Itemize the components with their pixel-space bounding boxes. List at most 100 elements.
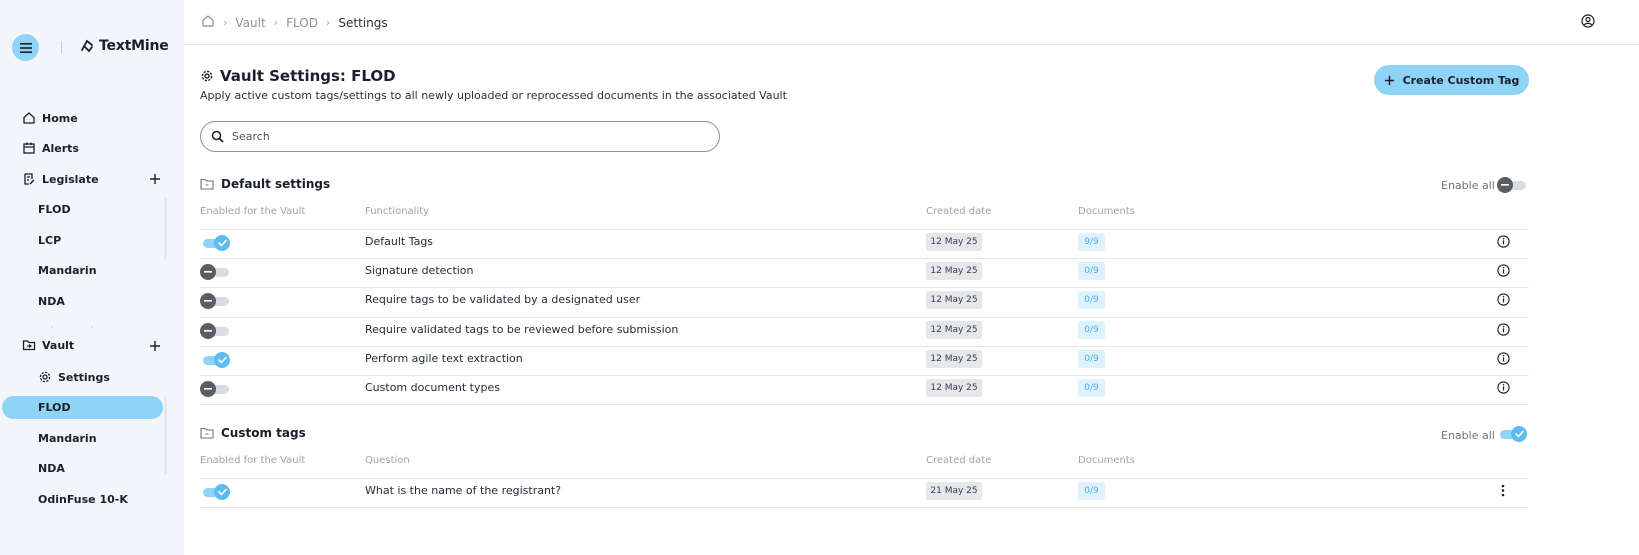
breadcrumb: › Vault › FLOD › Settings [201,14,388,31]
sidebar-item-label: Alerts [42,141,79,155]
row-name: Signature detection [365,264,474,278]
toggle-knob [214,484,230,500]
sidebar-item-legislate[interactable]: Legislate [22,172,99,186]
row-enable-toggle[interactable] [200,264,230,281]
sidebar-item-alerts[interactable]: Alerts [22,141,79,155]
breadcrumb-current: Settings [338,15,388,30]
column-header: Question [365,455,410,466]
row-divider [200,287,1529,289]
sidebar-vault-item[interactable]: OdinFuse 10-K [38,493,128,506]
scroll-fade-hint [51,326,93,328]
column-header: Created date [926,206,992,217]
sidebar: TextMine Home Alerts Legislate FLOD LCP … [0,0,184,555]
info-icon[interactable] [1497,322,1510,336]
document-edit-icon [24,173,35,185]
column-header: Documents [1078,455,1136,466]
legislate-scrollbar[interactable] [164,198,167,260]
menu-button[interactable] [12,34,39,61]
minus-icon [204,271,212,273]
folder-icon [22,340,36,351]
create-custom-tag-button[interactable]: Create Custom Tag [1374,65,1529,95]
info-icon[interactable] [1497,235,1510,248]
section-title: Default settings [221,177,331,191]
page-title: Vault Settings: FLOD [200,67,396,85]
brand-logo[interactable]: TextMine [79,38,169,54]
gear-icon [39,371,51,383]
row-enable-toggle[interactable] [200,235,230,251]
top-bar: › Vault › FLOD › Settings [184,0,1639,45]
sidebar-legislate-item[interactable]: LCP [38,234,61,247]
minus-icon [1501,184,1509,186]
default-settings-header: Default settings [200,177,330,191]
sidebar-vault-item-active[interactable]: FLOD [38,401,71,414]
row-divider [200,478,1529,479]
info-icon[interactable] [1497,264,1510,277]
sidebar-vault-item[interactable]: Mandarin [38,432,97,445]
row-divider [200,258,1529,260]
sidebar-legislate-item[interactable]: NDA [38,295,65,308]
user-account-icon[interactable] [1581,14,1595,28]
row-name: What is the name of the registrant? [365,484,562,497]
minus-icon [204,388,212,390]
row-enable-toggle[interactable] [200,293,230,310]
toggle-knob [200,322,216,339]
row-divider [200,404,1529,405]
sidebar-vault-item[interactable]: NDA [38,462,65,475]
column-header: Created date [926,455,992,466]
textmine-logo-icon [81,39,93,53]
folder-icon [200,427,214,439]
info-icon[interactable] [1497,381,1510,394]
toggle-knob [1511,426,1527,442]
toggle-knob [200,293,216,310]
created-date-badge: 12 May 25 [926,320,982,339]
documents-count-badge: 0/9 [1078,379,1105,397]
row-name: Perform agile text extraction [365,351,523,365]
sidebar-legislate-item[interactable]: FLOD [38,203,71,216]
created-date-badge: 12 May 25 [926,379,982,397]
enable-all-default-toggle[interactable] [1497,177,1527,193]
sidebar-item-home[interactable]: Home [22,111,78,125]
sidebar-item-label: Vault [42,338,75,352]
folder-icon [200,178,214,190]
created-date-badge: 21 May 25 [926,482,982,500]
column-header: Enabled for the Vault [200,206,306,217]
enable-all-custom-toggle[interactable] [1497,426,1527,442]
row-enable-toggle[interactable] [200,322,230,339]
row-enable-toggle[interactable] [200,484,230,500]
column-header: Functionality [365,206,430,217]
info-icon[interactable] [1497,293,1510,307]
vault-scrollbar[interactable] [164,396,167,474]
row-divider [200,345,1529,347]
row-name: Require validated tags to be reviewed be… [365,322,679,336]
documents-count-badge: 0/9 [1078,349,1105,368]
created-date-badge: 12 May 25 [926,349,982,368]
chevron-right-icon: › [273,16,279,29]
home-icon [23,112,35,124]
chevron-right-icon: › [223,16,228,29]
sidebar-item-settings[interactable]: Settings [38,370,110,384]
check-icon [217,356,227,364]
row-enable-toggle[interactable] [200,381,230,397]
info-icon[interactable] [1497,352,1510,365]
row-name: Custom document types [365,381,500,394]
breadcrumb-home[interactable] [201,14,215,31]
search-input[interactable] [232,130,702,143]
documents-count-badge: 9/9 [1078,233,1105,251]
page-subtitle: Apply active custom tags/settings to all… [200,89,787,102]
section-title: Custom tags [221,426,306,440]
add-legislate-icon[interactable] [149,173,161,185]
minus-icon [204,329,212,332]
sidebar-legislate-item[interactable]: Mandarin [38,264,97,277]
breadcrumb-item[interactable]: FLOD [286,16,318,30]
created-date-badge: 12 May 25 [926,291,982,310]
add-vault-icon[interactable] [149,340,161,352]
row-divider [200,507,1529,508]
breadcrumb-item[interactable]: Vault [235,16,265,30]
row-divider [200,375,1529,376]
sidebar-item-label: Home [42,111,78,125]
sidebar-item-vault[interactable]: Vault [22,338,74,352]
sidebar-item-label: Settings [58,370,110,384]
more-options-icon[interactable] [1498,484,1508,497]
row-enable-toggle[interactable] [200,351,230,368]
row-divider [200,316,1529,318]
